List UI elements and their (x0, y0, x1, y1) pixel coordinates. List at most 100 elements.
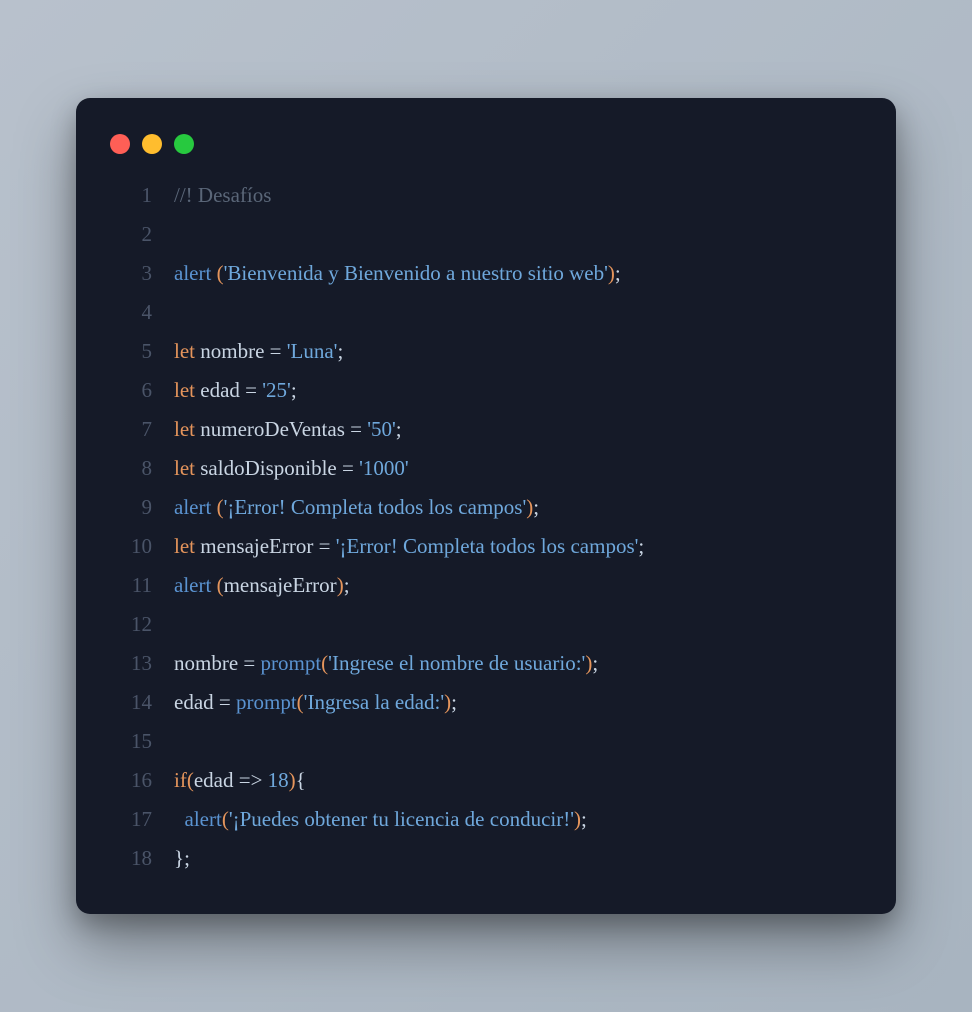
token-fn: alert (174, 261, 211, 285)
line-content (174, 215, 179, 254)
code-line[interactable]: 2 (104, 215, 868, 254)
line-content: let mensajeError = '¡Error! Completa tod… (174, 527, 644, 566)
line-number: 7 (104, 410, 174, 449)
token-fn: alert (174, 573, 211, 597)
token-paren: ( (297, 690, 304, 714)
code-window: 1//! Desafíos2 3alert ('Bienvenida y Bie… (76, 98, 896, 915)
close-icon[interactable] (110, 134, 130, 154)
token-str: 'Bienvenida y Bienvenido a nuestro sitio… (224, 261, 608, 285)
code-line[interactable]: 1//! Desafíos (104, 176, 868, 215)
token-paren: ( (217, 495, 224, 519)
maximize-icon[interactable] (174, 134, 194, 154)
code-line[interactable]: 11alert (mensajeError); (104, 566, 868, 605)
line-content: let edad = '25'; (174, 371, 297, 410)
code-editor[interactable]: 1//! Desafíos2 3alert ('Bienvenida y Bie… (104, 176, 868, 879)
token-id: ; (291, 378, 297, 402)
token-str: 'Ingrese el nombre de usuario:' (328, 651, 585, 675)
code-line[interactable]: 18}; (104, 839, 868, 878)
token-str: 'Ingresa la edad:' (304, 690, 445, 714)
token-id: ; (638, 534, 644, 558)
token-op: = (219, 690, 231, 714)
token-paren: ) (337, 573, 344, 597)
token-id: ; (396, 417, 402, 441)
code-line[interactable]: 17 alert('¡Puedes obtener tu licencia de… (104, 800, 868, 839)
code-line[interactable]: 6let edad = '25'; (104, 371, 868, 410)
token-id: edad (195, 378, 245, 402)
line-number: 15 (104, 722, 174, 761)
code-line[interactable]: 13nombre = prompt('Ingrese el nombre de … (104, 644, 868, 683)
code-line[interactable]: 12 (104, 605, 868, 644)
token-id: numeroDeVentas (195, 417, 350, 441)
code-line[interactable]: 15 (104, 722, 868, 761)
token-fn: prompt (236, 690, 297, 714)
token-id: ; (592, 651, 598, 675)
token-str: 'Luna' (287, 339, 338, 363)
line-number: 12 (104, 605, 174, 644)
code-line[interactable]: 5let nombre = 'Luna'; (104, 332, 868, 371)
line-number: 13 (104, 644, 174, 683)
line-content: }; (174, 839, 190, 878)
code-line[interactable]: 7let numeroDeVentas = '50'; (104, 410, 868, 449)
minimize-icon[interactable] (142, 134, 162, 154)
line-number: 17 (104, 800, 174, 839)
line-number: 8 (104, 449, 174, 488)
line-number: 14 (104, 683, 174, 722)
line-content: alert ('Bienvenida y Bienvenido a nuestr… (174, 254, 621, 293)
line-content (174, 293, 179, 332)
token-id: mensajeError (224, 573, 337, 597)
token-kw: let (174, 456, 195, 480)
token-id: }; (174, 846, 190, 870)
token-paren: ) (574, 807, 581, 831)
token-id: ; (344, 573, 350, 597)
code-line[interactable]: 14edad = prompt('Ingresa la edad:'); (104, 683, 868, 722)
token-op: = (319, 534, 331, 558)
token-paren: ) (608, 261, 615, 285)
token-id: edad (194, 768, 239, 792)
line-number: 5 (104, 332, 174, 371)
token-str: '1000' (359, 456, 409, 480)
token-str: '25' (262, 378, 291, 402)
token-comment: //! Desafíos (174, 183, 271, 207)
code-line[interactable]: 3alert ('Bienvenida y Bienvenido a nuest… (104, 254, 868, 293)
window-controls (104, 128, 868, 176)
code-line[interactable]: 9alert ('¡Error! Completa todos los camp… (104, 488, 868, 527)
token-str: '¡Error! Completa todos los campos' (224, 495, 527, 519)
line-content (174, 605, 179, 644)
line-number: 2 (104, 215, 174, 254)
token-fn: alert (174, 495, 211, 519)
line-content: alert (mensajeError); (174, 566, 350, 605)
line-number: 4 (104, 293, 174, 332)
code-line[interactable]: 10let mensajeError = '¡Error! Completa t… (104, 527, 868, 566)
token-fn: prompt (261, 651, 322, 675)
token-id: ; (337, 339, 343, 363)
code-line[interactable]: 8let saldoDisponible = '1000' (104, 449, 868, 488)
line-number: 9 (104, 488, 174, 527)
line-number: 11 (104, 566, 174, 605)
line-content: nombre = prompt('Ingrese el nombre de us… (174, 644, 598, 683)
code-line[interactable]: 16if(edad => 18){ (104, 761, 868, 800)
code-line[interactable]: 4 (104, 293, 868, 332)
token-id: ; (451, 690, 457, 714)
token-kw: let (174, 339, 195, 363)
line-number: 10 (104, 527, 174, 566)
token-id: ; (533, 495, 539, 519)
line-content: let nombre = 'Luna'; (174, 332, 343, 371)
token-op: = (245, 378, 257, 402)
token-kw: let (174, 417, 195, 441)
token-str: '¡Error! Completa todos los campos' (336, 534, 639, 558)
token-id: { (296, 768, 306, 792)
line-content: alert ('¡Error! Completa todos los campo… (174, 488, 539, 527)
token-paren: ( (187, 768, 194, 792)
token-id: nombre (195, 339, 270, 363)
token-kw: let (174, 534, 195, 558)
token-paren: ) (289, 768, 296, 792)
token-id (174, 807, 185, 831)
token-num: 18 (268, 768, 289, 792)
token-id: ; (581, 807, 587, 831)
token-kw: if (174, 768, 187, 792)
token-op: = (243, 651, 255, 675)
token-fn: alert (185, 807, 222, 831)
token-id: nombre (174, 651, 243, 675)
line-number: 1 (104, 176, 174, 215)
line-content: let saldoDisponible = '1000' (174, 449, 409, 488)
